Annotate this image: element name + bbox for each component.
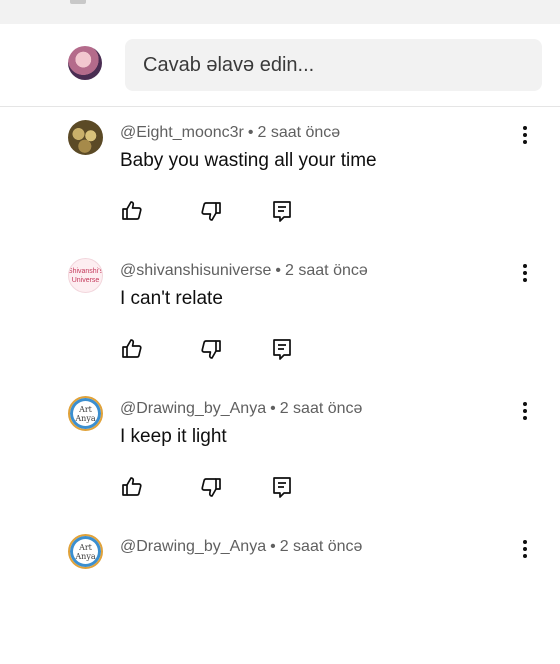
more-vert-icon[interactable] [515, 124, 535, 146]
avatar [68, 46, 102, 80]
more-vert-icon[interactable] [515, 262, 535, 284]
avatar[interactable]: Art Anya [68, 534, 103, 569]
comment-time: 2 saat öncə [279, 538, 363, 555]
top-strip [0, 0, 560, 24]
thumb-down-icon[interactable] [199, 337, 225, 363]
comment-author[interactable]: @shivanshisuniverse [120, 262, 271, 279]
more-vert-icon[interactable] [515, 538, 535, 560]
more-vert-icon[interactable] [515, 400, 535, 422]
meta-separator: • [270, 538, 276, 555]
comment-author[interactable]: @Eight_moonc3r [120, 124, 244, 141]
comment-author[interactable]: @Drawing_by_Anya [120, 538, 266, 555]
comment-text: I keep it light [120, 426, 227, 447]
avatar[interactable]: Shivanshi's Universe [68, 258, 103, 293]
thumb-down-icon[interactable] [199, 199, 225, 225]
thumb-down-icon[interactable] [199, 475, 225, 501]
avatar-text: Art [79, 404, 92, 414]
avatar[interactable] [68, 120, 103, 155]
avatar[interactable]: Art Anya [68, 396, 103, 431]
comment-item: Art Anya @Drawing_by_Anya • 2 saat öncə I … [0, 388, 560, 526]
avatar-text: Shivanshi's [68, 267, 103, 275]
comment-text: I can't relate [120, 288, 223, 309]
comment-item: Art Anya @Drawing_by_Anya • 2 saat öncə [0, 526, 560, 664]
meta-separator: • [275, 262, 282, 279]
comment-item: @Eight_moonc3r • 2 saat öncə Baby you wast… [0, 112, 560, 250]
meta-separator: • [247, 124, 254, 141]
comment-meta: @shivanshisuniverse • 2 saat öncə [120, 262, 368, 280]
avatar-text: Anya [75, 551, 96, 561]
comment-text: Baby you wasting all your time [120, 150, 377, 171]
thumb-up-icon[interactable] [120, 475, 146, 501]
thumb-up-icon[interactable] [120, 199, 146, 225]
comment-item: Shivanshi's Universe @shivanshisuniverse… [0, 250, 560, 388]
comment-time: 2 saat öncə [285, 262, 368, 279]
comment-icon[interactable] [270, 337, 296, 363]
comment-time: 2 saat öncə [279, 400, 363, 417]
avatar-text: Art [79, 542, 92, 552]
comment-meta: @Drawing_by_Anya • 2 saat öncə [120, 400, 362, 418]
meta-separator: • [270, 400, 276, 417]
comment-time: 2 saat öncə [257, 124, 341, 141]
comment-meta: @Eight_moonc3r • 2 saat öncə [120, 124, 340, 142]
reply-input[interactable] [125, 39, 542, 91]
comment-icon[interactable] [270, 475, 296, 501]
partial-icon [70, 0, 86, 4]
reply-composer [0, 24, 560, 107]
comment-meta: @Drawing_by_Anya • 2 saat öncə [120, 538, 362, 556]
thumb-up-icon[interactable] [120, 337, 146, 363]
comment-author[interactable]: @Drawing_by_Anya [120, 400, 266, 417]
avatar-text: Anya [75, 413, 96, 423]
avatar-text: Universe [71, 276, 100, 284]
comment-icon[interactable] [270, 199, 296, 225]
